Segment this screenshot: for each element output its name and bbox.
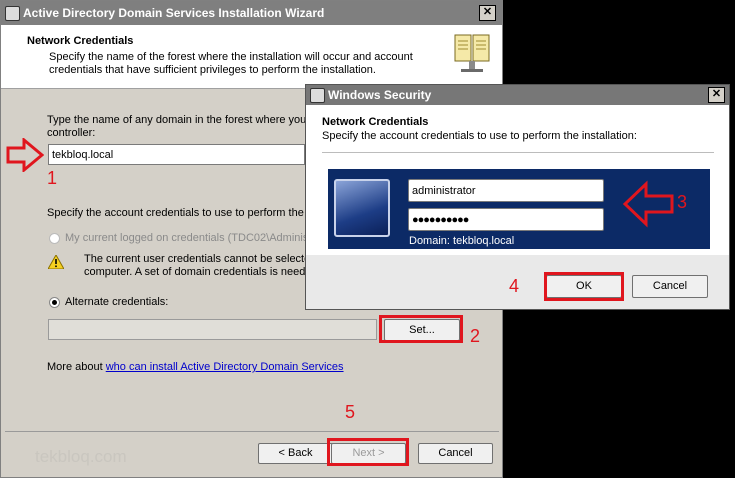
current-credentials-label: My current logged on credentials (TDC02\… [65, 232, 312, 244]
security-title: Windows Security [328, 88, 432, 102]
arrow-right-icon [6, 138, 44, 172]
security-titlebar[interactable]: Windows Security ✕ [306, 85, 729, 105]
warning-line-1: The current user credentials cannot be s… [84, 253, 311, 265]
security-cancel-button[interactable]: Cancel [632, 275, 708, 298]
radio-alternate-credentials[interactable] [49, 297, 60, 308]
security-heading: Network Credentials [322, 116, 429, 128]
radio-current-credentials[interactable] [49, 233, 60, 244]
username-input[interactable] [408, 179, 604, 202]
app-icon [5, 6, 20, 21]
more-about-text: More about who can install Active Direct… [47, 361, 344, 374]
security-divider [322, 152, 714, 153]
more-about-link[interactable]: who can install Active Directory Domain … [106, 361, 344, 373]
close-icon[interactable]: ✕ [479, 5, 496, 21]
user-tile-icon [334, 179, 390, 237]
security-description: Specify the account credentials to use t… [322, 130, 637, 142]
arrow-left-icon [622, 180, 674, 228]
domain-prompt: Type the name of any domain in the fores… [47, 114, 316, 126]
wizard-cancel-button[interactable]: Cancel [418, 443, 493, 464]
annotation-2: 2 [470, 326, 481, 346]
annotation-4: 4 [509, 276, 520, 296]
annotation-5: 5 [345, 402, 356, 422]
security-app-icon [310, 88, 325, 103]
header-description: Specify the name of the forest where the… [49, 51, 413, 76]
annotation-3: 3 [677, 192, 688, 212]
book-icon [454, 34, 490, 72]
wizard-header: Network Credentials Specify the name of … [1, 25, 502, 89]
footer-divider [5, 431, 499, 432]
highlight-ok-button [544, 272, 624, 301]
domain-label: Domain: tekbloq.local [409, 235, 515, 247]
warning-icon [48, 255, 64, 269]
password-input[interactable] [408, 208, 604, 231]
warning-line-2: computer. A set of domain credentials is… [84, 266, 312, 278]
header-title: Network Credentials [27, 35, 134, 47]
annotation-1: 1 [47, 168, 58, 188]
domain-prompt-2: controller: [47, 127, 96, 139]
wizard-title: Active Directory Domain Services Install… [23, 6, 325, 20]
security-close-icon[interactable]: ✕ [708, 87, 725, 103]
highlight-next-button [327, 438, 409, 466]
watermark: tekbloq.com [35, 447, 127, 466]
back-button[interactable]: < Back [258, 443, 333, 464]
alternate-credentials-field [48, 319, 377, 340]
highlight-set-button [379, 315, 463, 343]
alternate-credentials-label: Alternate credentials: [65, 296, 169, 308]
wizard-titlebar[interactable]: Active Directory Domain Services Install… [1, 1, 502, 25]
credentials-prompt: Specify the account credentials to use t… [47, 207, 316, 219]
more-about-label: More about [47, 361, 103, 373]
domain-input[interactable] [48, 144, 305, 165]
